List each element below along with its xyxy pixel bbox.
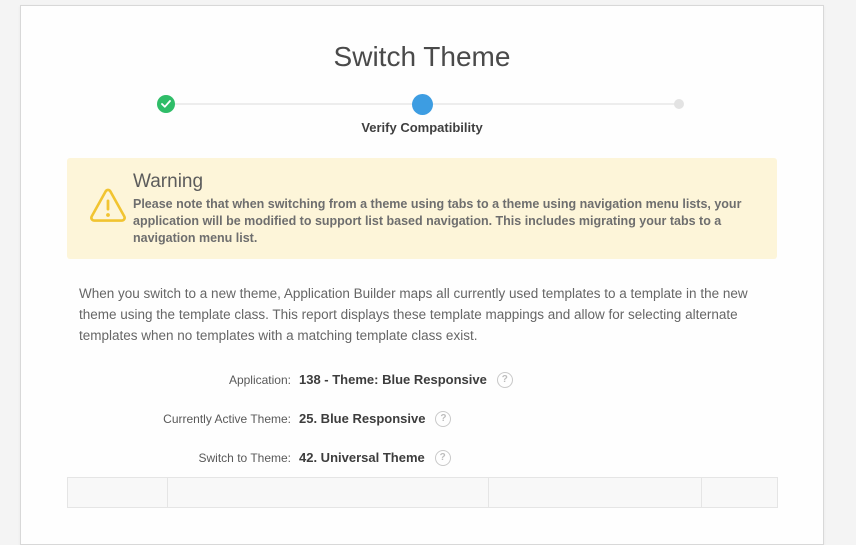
template-mapping-table [67, 477, 778, 508]
wizard-stepper [21, 94, 823, 114]
wizard-description: When you switch to a new theme, Applicat… [79, 283, 765, 346]
warning-content: Warning Please note that when switching … [133, 170, 757, 247]
application-label: Application: [67, 373, 291, 387]
current-step-label: Verify Compatibility [21, 120, 823, 136]
table-header-cell [702, 478, 778, 508]
page-title: Switch Theme [21, 6, 823, 74]
application-value: 138 - Theme: Blue Responsive [299, 372, 487, 387]
active-theme-value: 25. Blue Responsive [299, 411, 425, 426]
warning-title: Warning [133, 170, 757, 194]
field-row-switch-theme: Switch to Theme: 42. Universal Theme ? [67, 438, 777, 477]
warning-message: Please note that when switching from a t… [133, 196, 757, 247]
application-help-icon[interactable]: ? [497, 372, 513, 388]
step-upcoming-indicator [674, 99, 684, 109]
switch-theme-value: 42. Universal Theme [299, 450, 425, 465]
warning-banner: Warning Please note that when switching … [67, 158, 777, 259]
step-current-indicator [412, 94, 433, 115]
active-theme-label: Currently Active Theme: [67, 412, 291, 426]
checkmark-icon [161, 95, 171, 113]
switch-theme-label: Switch to Theme: [67, 451, 291, 465]
active-theme-help-icon[interactable]: ? [435, 411, 451, 427]
step-complete-indicator [157, 95, 175, 113]
switch-theme-help-icon[interactable]: ? [435, 450, 451, 466]
table-header-row [68, 478, 778, 508]
switch-theme-dialog: Switch Theme Verify Compatibility Warnin… [20, 5, 824, 545]
field-row-application: Application: 138 - Theme: Blue Responsiv… [67, 360, 777, 399]
theme-fields: Application: 138 - Theme: Blue Responsiv… [67, 360, 777, 477]
table-header-cell [168, 478, 489, 508]
table-header-cell [489, 478, 702, 508]
warning-triangle-icon [87, 188, 133, 229]
table-header-cell [68, 478, 168, 508]
field-row-active-theme: Currently Active Theme: 25. Blue Respons… [67, 399, 777, 438]
